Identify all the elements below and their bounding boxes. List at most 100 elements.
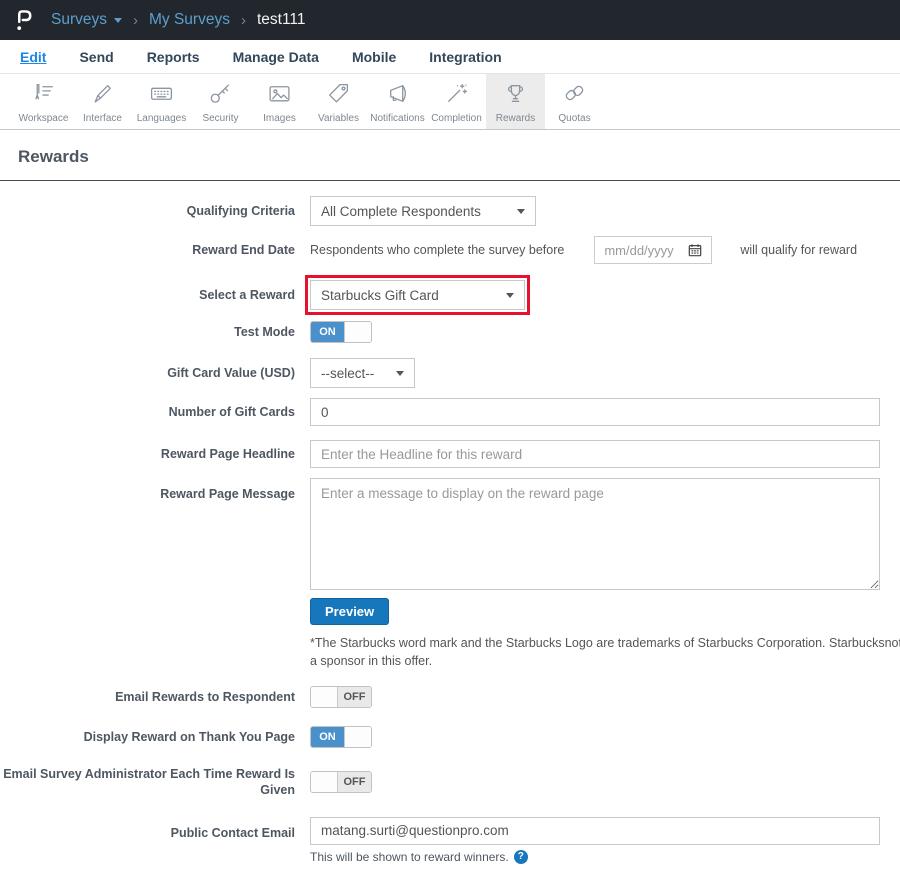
toggle-knob	[311, 772, 338, 792]
tab-manage-data[interactable]: Manage Data	[233, 49, 319, 65]
toolbar-item-variables[interactable]: Variables	[309, 74, 368, 129]
select-reward-row: Select a Reward Starbucks Gift Card	[0, 275, 900, 315]
email-rewards-row: Email Rewards to Respondent OFF	[0, 686, 900, 708]
starbucks-disclaimer-text: *The Starbucks word mark and the Starbuc…	[310, 635, 900, 670]
select-reward-select[interactable]: Starbucks Gift Card	[310, 280, 525, 310]
keyboard-icon	[149, 93, 174, 110]
pen-and-lines-icon	[31, 93, 56, 110]
headline-label: Reward Page Headline	[0, 446, 310, 462]
toolbar-item-languages[interactable]: Languages	[132, 74, 191, 129]
toolbar-item-label: Workspace	[14, 113, 73, 124]
breadcrumb-separator-icon: ›	[133, 12, 138, 29]
email-admin-row: Email Survey Administrator Each Time Rew…	[0, 766, 900, 799]
tab-integration[interactable]: Integration	[429, 49, 501, 65]
display-reward-label: Display Reward on Thank You Page	[0, 729, 310, 745]
message-label: Reward Page Message	[0, 478, 310, 502]
toolbar-item-label: Interface	[73, 113, 132, 124]
tab-reports[interactable]: Reports	[147, 49, 200, 65]
toolbar-item-label: Quotas	[545, 113, 604, 124]
email-admin-label: Email Survey Administrator Each Time Rew…	[0, 766, 310, 799]
top-header: Surveys › My Surveys › test111	[0, 0, 900, 40]
test-mode-toggle[interactable]: ON	[310, 321, 372, 343]
breadcrumb-my-surveys[interactable]: My Surveys	[149, 11, 230, 29]
help-question-icon[interactable]: ?	[514, 850, 528, 864]
gift-card-value-row: Gift Card Value (USD) --select--	[0, 358, 900, 388]
qualifying-criteria-select[interactable]: All Complete Respondents	[310, 196, 536, 226]
toolbar-item-completion[interactable]: Completion	[427, 74, 486, 129]
toolbar-item-label: Notifications	[368, 113, 427, 124]
red-highlight-box: Starbucks Gift Card	[305, 275, 530, 315]
tab-mobile[interactable]: Mobile	[352, 49, 396, 65]
dropdown-arrow-icon	[506, 293, 514, 298]
message-row: Reward Page Message Preview *The Starbuc…	[0, 478, 900, 670]
display-reward-row: Display Reward on Thank You Page ON	[0, 726, 900, 748]
test-mode-label: Test Mode	[0, 324, 310, 340]
email-admin-toggle[interactable]: OFF	[310, 771, 372, 793]
edit-toolbar: Workspace Interface Languages Security I…	[0, 74, 900, 130]
dropdown-arrow-icon	[396, 371, 404, 376]
num-gift-cards-input[interactable]	[310, 398, 880, 426]
toolbar-item-images[interactable]: Images	[250, 74, 309, 129]
breadcrumb-separator-icon: ›	[241, 12, 246, 29]
toolbar-item-label: Rewards	[486, 113, 545, 124]
chain-links-icon	[562, 93, 587, 110]
tab-edit[interactable]: Edit	[20, 49, 46, 65]
breadcrumb-surveys-label: Surveys	[51, 11, 107, 29]
headline-input[interactable]	[310, 440, 880, 468]
toggle-on-label: ON	[311, 322, 344, 342]
magic-wand-icon	[444, 93, 469, 110]
qualifying-criteria-label: Qualifying Criteria	[0, 203, 310, 219]
dropdown-arrow-icon	[517, 209, 525, 214]
pen-icon	[90, 93, 115, 110]
calendar-icon	[688, 243, 702, 257]
toolbar-item-quotas[interactable]: Quotas	[545, 74, 604, 129]
preview-button[interactable]: Preview	[310, 598, 389, 625]
tab-send[interactable]: Send	[79, 49, 113, 65]
key-icon	[208, 93, 233, 110]
title-divider	[0, 180, 900, 181]
toolbar-item-label: Variables	[309, 113, 368, 124]
toolbar-item-label: Completion	[427, 113, 486, 124]
toolbar-item-rewards[interactable]: Rewards	[486, 74, 545, 129]
nav-tabs: Edit Send Reports Manage Data Mobile Int…	[0, 40, 900, 74]
toggle-off-label: OFF	[338, 772, 371, 792]
gift-card-value-value: --select--	[321, 366, 374, 381]
toolbar-item-notifications[interactable]: Notifications	[368, 74, 427, 129]
trophy-icon	[503, 93, 528, 110]
test-mode-row: Test Mode ON	[0, 321, 900, 343]
gift-card-value-select[interactable]: --select--	[310, 358, 415, 388]
email-rewards-label: Email Rewards to Respondent	[0, 689, 310, 705]
message-textarea[interactable]	[310, 478, 880, 590]
contact-email-input[interactable]	[310, 817, 880, 845]
toolbar-item-interface[interactable]: Interface	[73, 74, 132, 129]
select-reward-value: Starbucks Gift Card	[321, 288, 439, 303]
contact-email-label: Public Contact Email	[0, 817, 310, 841]
toggle-on-label: ON	[311, 727, 344, 747]
toolbar-item-label: Images	[250, 113, 309, 124]
breadcrumb-survey-name: test111	[257, 11, 306, 29]
toolbar-item-workspace[interactable]: Workspace	[14, 74, 73, 129]
page-title: Rewards	[18, 147, 900, 167]
display-reward-toggle[interactable]: ON	[310, 726, 372, 748]
end-date-input[interactable]: mm/dd/yyyy	[594, 236, 712, 264]
picture-icon	[267, 93, 292, 110]
toggle-knob	[311, 687, 338, 707]
breadcrumb-surveys[interactable]: Surveys	[51, 11, 122, 29]
qualifying-criteria-row: Qualifying Criteria All Complete Respond…	[0, 196, 900, 226]
questionpro-logo-icon[interactable]	[14, 8, 35, 33]
end-date-placeholder: mm/dd/yyyy	[604, 243, 673, 258]
toggle-knob	[344, 322, 371, 342]
qualifying-criteria-value: All Complete Respondents	[321, 204, 481, 219]
chevron-down-icon	[114, 18, 122, 23]
end-date-suffix-text: will qualify for reward	[740, 243, 857, 257]
contact-email-helper-text: This will be shown to reward winners.	[310, 850, 509, 864]
rewards-form: Qualifying Criteria All Complete Respond…	[0, 196, 900, 874]
end-date-prefix-text: Respondents who complete the survey befo…	[310, 243, 564, 257]
email-rewards-toggle[interactable]: OFF	[310, 686, 372, 708]
tag-icon	[326, 93, 351, 110]
select-reward-label: Select a Reward	[0, 287, 310, 303]
toggle-knob	[344, 727, 371, 747]
headline-row: Reward Page Headline	[0, 440, 900, 468]
toolbar-item-label: Security	[191, 113, 250, 124]
toolbar-item-security[interactable]: Security	[191, 74, 250, 129]
